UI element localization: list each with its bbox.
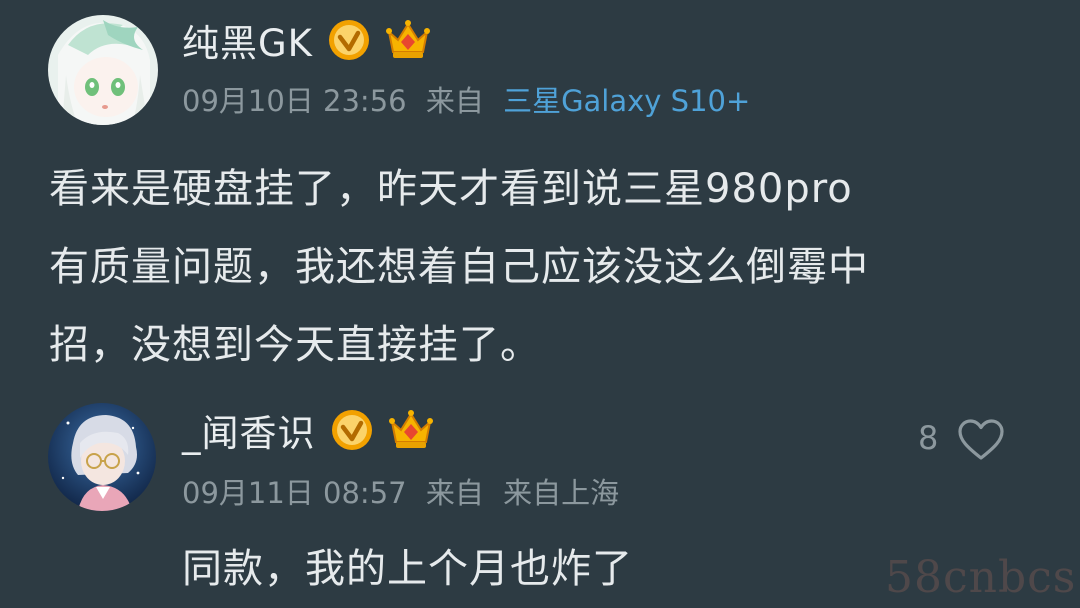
crown-icon (388, 408, 434, 452)
post-device-link[interactable]: 三星Galaxy S10+ (503, 84, 750, 118)
post-body-line: 看来是硬盘挂了，昨天才看到说三星980pro (49, 166, 853, 212)
verified-badge-icon (330, 408, 374, 452)
post-date: 09月10日 23:56 (182, 84, 407, 118)
reply-date: 09月11日 08:57 (182, 476, 407, 510)
post-author-avatar[interactable] (48, 15, 158, 125)
reply-like-count: 8 (918, 419, 939, 457)
post-author-name[interactable]: 纯黑GK (182, 13, 313, 67)
post-body-line: 招，没想到今天直接挂了。 (49, 322, 541, 368)
reply-author-row: _闻香识 (182, 405, 434, 455)
reply-author-avatar[interactable] (48, 403, 156, 511)
verified-badge-icon (327, 18, 371, 62)
post-body-line: 有质量问题，我还想着自己应该没这么倒霉中 (49, 244, 869, 290)
reply-author-name[interactable]: _闻香识 (182, 403, 316, 457)
reply-body: 同款，我的上个月也炸了 (182, 546, 633, 592)
reply-location: 来自上海 (503, 476, 620, 510)
reply-meta: 09月11日 08:57 来自 来自上海 (182, 470, 629, 512)
post-meta: 09月10日 23:56 来自 三星Galaxy S10+ (182, 78, 760, 120)
crown-icon (385, 18, 431, 62)
reply-from-label: 来自 (425, 476, 484, 510)
post-body: 看来是硬盘挂了，昨天才看到说三星980pro 有质量问题，我还想着自己应该没这么… (49, 150, 1029, 384)
post-author-row: 纯黑GK (182, 15, 431, 65)
watermark: 58cnbcs (885, 552, 1077, 603)
post-from-label: 来自 (425, 84, 484, 118)
heart-outline-icon[interactable] (957, 418, 1005, 466)
